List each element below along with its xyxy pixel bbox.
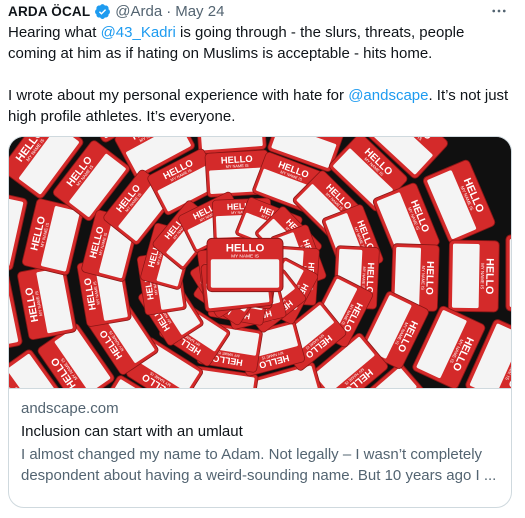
tweet-text: Hearing what @43_Kadri is going through … (8, 22, 513, 127)
tweet-date[interactable]: May 24 (175, 3, 224, 20)
text-segment: Hearing what (8, 24, 101, 41)
card-meta[interactable]: andscape.com Inclusion can start with an… (9, 389, 511, 496)
link-card[interactable]: HELLO MY NAME IS HELLO MY NAME IS HELLO MY NA… (8, 136, 512, 508)
svg-text:HELLO: HELLO (226, 243, 265, 255)
svg-text:MY NAME IS: MY NAME IS (420, 266, 426, 291)
author-handle[interactable]: @Arda (115, 3, 162, 20)
card-title: Inclusion can start with an umlaut (21, 423, 243, 440)
svg-text:MY NAME IS: MY NAME IS (231, 253, 259, 259)
card-domain: andscape.com (21, 400, 119, 417)
text-segment: I wrote about my personal experience wit… (8, 87, 349, 104)
hello-tag-67: HELLOMY NAME IS (206, 237, 284, 293)
card-image[interactable]: HELLO MY NAME IS HELLO MY NAME IS HELLO MY NA… (9, 137, 511, 389)
tweet-paragraph-2: I wrote about my personal experience wit… (8, 85, 513, 127)
tweet[interactable]: ARDA ÖCAL @Arda · May 24 Hearing what @4… (0, 0, 525, 518)
tweet-paragraph-1: Hearing what @43_Kadri is going through … (8, 22, 513, 64)
verified-badge-icon (95, 3, 111, 19)
mention-link[interactable]: @43_Kadri (101, 24, 176, 41)
more-dots-icon[interactable] (487, 0, 511, 22)
tweet-header: ARDA ÖCAL @Arda · May 24 (8, 0, 224, 22)
mention-link[interactable]: @andscape (348, 87, 428, 104)
svg-text:MY NAME IS: MY NAME IS (480, 263, 485, 289)
hello-tag-0: HELLOMY NAME IS (505, 234, 511, 312)
card-description: I almost changed my name to Adam. Not le… (21, 446, 497, 484)
more-dots-glyph (492, 9, 506, 13)
hello-tag-12: HELLOMY NAME IS (447, 239, 500, 313)
hello-tags-spiral: HELLOMY NAME ISHELLOMY NAME ISHELLOMY NA… (9, 137, 511, 388)
separator-dot: · (166, 2, 172, 20)
author-name[interactable]: ARDA ÖCAL (8, 4, 90, 19)
